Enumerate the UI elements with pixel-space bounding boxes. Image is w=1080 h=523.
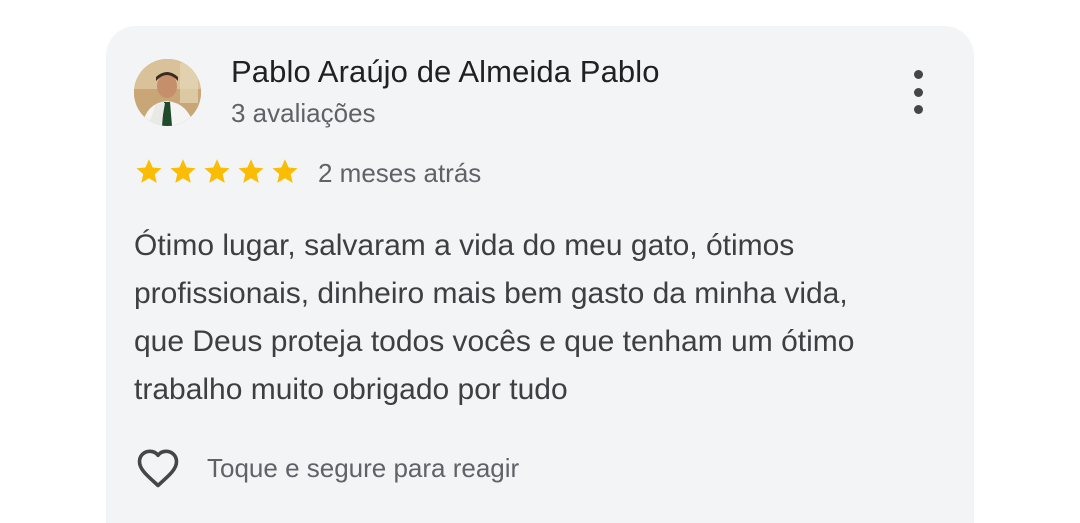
- react-label: Toque e segure para reagir: [207, 452, 520, 483]
- review-card: Pablo Araújo de Almeida Pablo 3 avaliaçõ…: [106, 26, 974, 523]
- author-name[interactable]: Pablo Araújo de Almeida Pablo: [231, 54, 660, 90]
- review-time: 2 meses atrás: [318, 158, 482, 188]
- react-button[interactable]: Toque e segure para reagir: [134, 444, 519, 492]
- more-vert-icon: [913, 70, 923, 79]
- star-icon: [272, 159, 298, 183]
- more-vert-icon-dot: [913, 87, 923, 97]
- review-text: Ótimo lugar, salvaram a vida do meu gato…: [134, 229, 855, 406]
- more-vert-icon-dot: [913, 105, 923, 114]
- more-options-button[interactable]: [904, 70, 932, 114]
- star-rating: [134, 157, 300, 187]
- star-icon: [204, 159, 230, 183]
- author-avatar[interactable]: [134, 59, 201, 126]
- star-icon: [136, 159, 162, 183]
- author-review-count: 3 avaliações: [231, 98, 376, 128]
- avatar-photo: [134, 59, 201, 126]
- star-icon: [238, 159, 264, 183]
- heart-outline-icon: [137, 449, 179, 488]
- star-icon: [170, 159, 196, 183]
